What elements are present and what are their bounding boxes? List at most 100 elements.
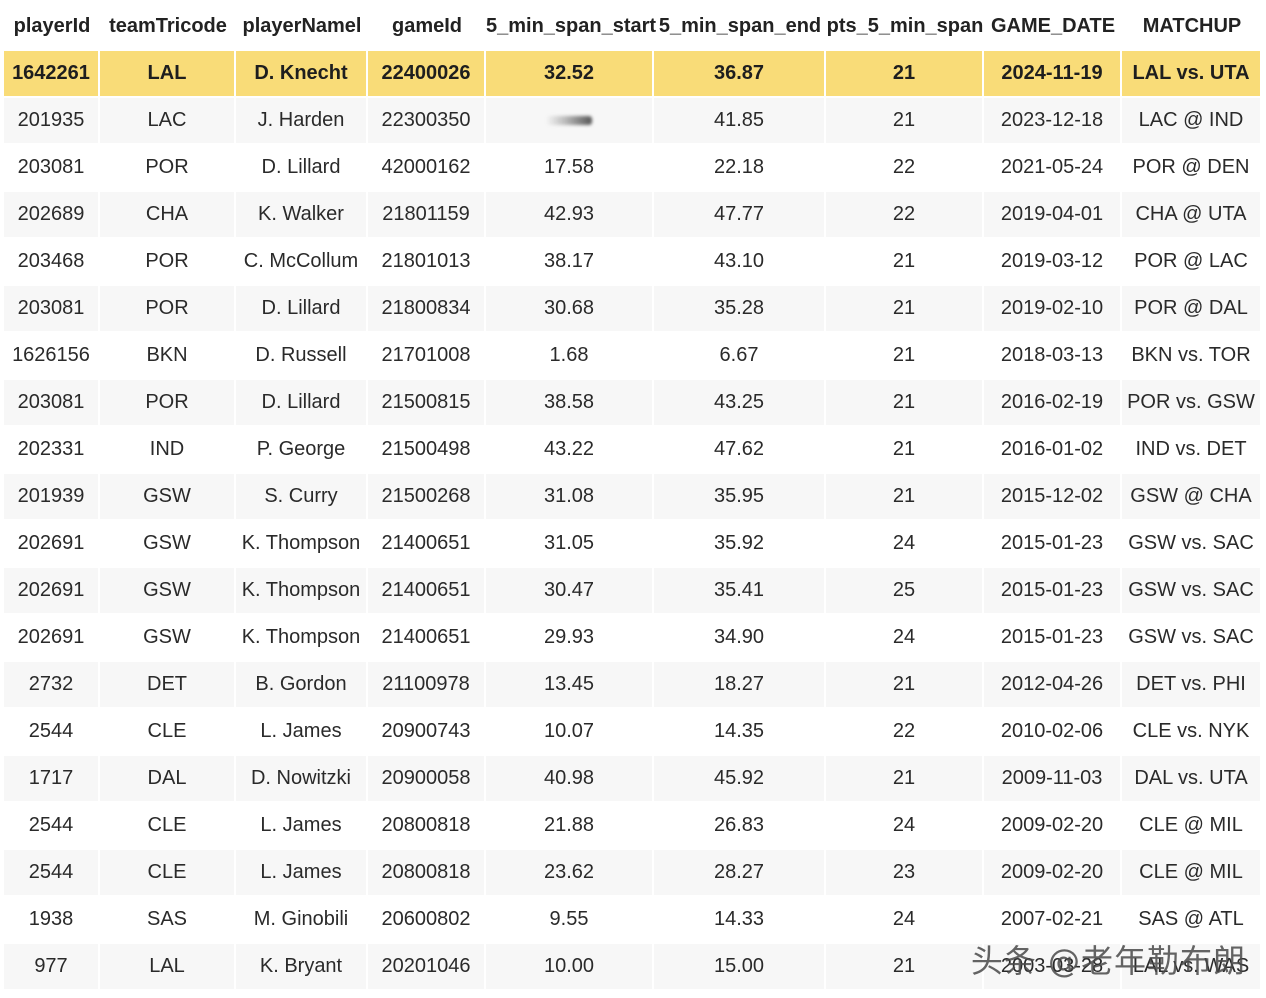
cell-player-id: 2544 bbox=[4, 709, 100, 756]
redacted-value bbox=[546, 116, 592, 126]
table-row: 202691 GSW K. Thompson 21400651 29.93 34.90 24… bbox=[4, 615, 1262, 662]
cell-player-name: C. McCollum bbox=[236, 239, 368, 286]
cell-player-name: D. Knecht bbox=[236, 51, 368, 98]
cell-team-tricode: GSW bbox=[100, 568, 236, 615]
cell-player-name: L. James bbox=[236, 803, 368, 850]
cell-pts-span: 21 bbox=[826, 427, 984, 474]
cell-player-name: M. Ginobili bbox=[236, 897, 368, 944]
table-row: 2544 CLE L. James 20900743 10.07 14.35 22 2010-… bbox=[4, 709, 1262, 756]
cell-span-end: 36.87 bbox=[654, 51, 826, 98]
cell-span-start: 9.55 bbox=[486, 897, 654, 944]
cell-matchup: GSW vs. SAC bbox=[1122, 615, 1262, 662]
table-row: 1717 DAL D. Nowitzki 20900058 40.98 45.92 21 20… bbox=[4, 756, 1262, 803]
cell-team-tricode: POR bbox=[100, 380, 236, 427]
cell-player-id: 203468 bbox=[4, 239, 100, 286]
cell-team-tricode: DET bbox=[100, 662, 236, 709]
table-row: 202331 IND P. George 21500498 43.22 47.62 21 20… bbox=[4, 427, 1262, 474]
table-row: 1626156 BKN D. Russell 21701008 1.68 6.67 21 20… bbox=[4, 333, 1262, 380]
cell-player-id: 201935 bbox=[4, 98, 100, 145]
cell-player-id: 2544 bbox=[4, 803, 100, 850]
table-row: 2732 DET B. Gordon 21100978 13.45 18.27 21 2012… bbox=[4, 662, 1262, 709]
cell-game-date: 2010-02-06 bbox=[984, 709, 1122, 756]
cell-span-start: 10.00 bbox=[486, 944, 654, 991]
cell-span-start: 40.98 bbox=[486, 756, 654, 803]
cell-matchup: DAL vs. UTA bbox=[1122, 756, 1262, 803]
cell-player-id: 977 bbox=[4, 944, 100, 991]
cell-span-start: 32.52 bbox=[486, 51, 654, 98]
cell-span-start: 13.45 bbox=[486, 662, 654, 709]
cell-matchup: CLE @ MIL bbox=[1122, 803, 1262, 850]
cell-span-start: 10.07 bbox=[486, 709, 654, 756]
cell-game-date: 2009-02-20 bbox=[984, 803, 1122, 850]
cell-pts-span: 21 bbox=[826, 944, 984, 991]
cell-game-id: 20600802 bbox=[368, 897, 486, 944]
cell-team-tricode: POR bbox=[100, 145, 236, 192]
cell-player-id: 202691 bbox=[4, 568, 100, 615]
cell-player-id: 203081 bbox=[4, 286, 100, 333]
cell-player-name: D. Lillard bbox=[236, 380, 368, 427]
watermark-text: 头条 @老年勒布朗 bbox=[970, 942, 1246, 980]
cell-span-end: 26.83 bbox=[654, 803, 826, 850]
cell-team-tricode: GSW bbox=[100, 474, 236, 521]
cell-player-name: K. Walker bbox=[236, 192, 368, 239]
cell-matchup: LAL vs. UTA bbox=[1122, 51, 1262, 98]
cell-game-id: 21400651 bbox=[368, 615, 486, 662]
cell-game-date: 2015-01-23 bbox=[984, 521, 1122, 568]
cell-game-id: 21701008 bbox=[368, 333, 486, 380]
header-span-start: 5_min_span_start bbox=[486, 4, 656, 51]
cell-pts-span: 21 bbox=[826, 51, 984, 98]
cell-span-end: 35.28 bbox=[654, 286, 826, 333]
cell-player-id: 202691 bbox=[4, 521, 100, 568]
cell-span-end: 6.67 bbox=[654, 333, 826, 380]
cell-span-start: 30.68 bbox=[486, 286, 654, 333]
cell-game-date: 2012-04-26 bbox=[984, 662, 1122, 709]
cell-span-end: 43.25 bbox=[654, 380, 826, 427]
cell-game-id: 20900743 bbox=[368, 709, 486, 756]
cell-team-tricode: GSW bbox=[100, 615, 236, 662]
cell-span-start bbox=[486, 98, 654, 145]
cell-pts-span: 23 bbox=[826, 850, 984, 897]
cell-player-id: 1626156 bbox=[4, 333, 100, 380]
cell-player-id: 1938 bbox=[4, 897, 100, 944]
cell-pts-span: 21 bbox=[826, 239, 984, 286]
cell-span-start: 31.08 bbox=[486, 474, 654, 521]
cell-pts-span: 22 bbox=[826, 192, 984, 239]
cell-matchup: POR @ DEN bbox=[1122, 145, 1262, 192]
cell-game-date: 2009-11-03 bbox=[984, 756, 1122, 803]
cell-matchup: IND vs. DET bbox=[1122, 427, 1262, 474]
cell-pts-span: 21 bbox=[826, 286, 984, 333]
header-player-name: playerNamel bbox=[236, 4, 368, 51]
cell-game-date: 2021-05-24 bbox=[984, 145, 1122, 192]
cell-matchup: CLE vs. NYK bbox=[1122, 709, 1262, 756]
cell-span-end: 35.92 bbox=[654, 521, 826, 568]
cell-span-start: 31.05 bbox=[486, 521, 654, 568]
cell-matchup: GSW @ CHA bbox=[1122, 474, 1262, 521]
cell-matchup: BKN vs. TOR bbox=[1122, 333, 1262, 380]
table-row: 202691 GSW K. Thompson 21400651 31.05 35.92 24… bbox=[4, 521, 1262, 568]
cell-span-end: 35.41 bbox=[654, 568, 826, 615]
cell-game-id: 20900058 bbox=[368, 756, 486, 803]
cell-player-name: L. James bbox=[236, 709, 368, 756]
cell-span-end: 41.85 bbox=[654, 98, 826, 145]
cell-span-end: 35.95 bbox=[654, 474, 826, 521]
cell-pts-span: 25 bbox=[826, 568, 984, 615]
cell-pts-span: 21 bbox=[826, 474, 984, 521]
cell-span-start: 38.17 bbox=[486, 239, 654, 286]
cell-player-name: K. Thompson bbox=[236, 521, 368, 568]
cell-game-id: 42000162 bbox=[368, 145, 486, 192]
cell-span-start: 38.58 bbox=[486, 380, 654, 427]
table-row: 2544 CLE L. James 20800818 21.88 26.83 24 2009-… bbox=[4, 803, 1262, 850]
cell-player-id: 2732 bbox=[4, 662, 100, 709]
cell-pts-span: 22 bbox=[826, 145, 984, 192]
cell-player-id: 203081 bbox=[4, 145, 100, 192]
cell-player-name: K. Thompson bbox=[236, 568, 368, 615]
cell-team-tricode: CHA bbox=[100, 192, 236, 239]
cell-player-id: 1717 bbox=[4, 756, 100, 803]
cell-matchup: CLE @ MIL bbox=[1122, 850, 1262, 897]
cell-team-tricode: BKN bbox=[100, 333, 236, 380]
table-row: 203468 POR C. McCollum 21801013 38.17 43.10 21… bbox=[4, 239, 1262, 286]
cell-span-start: 42.93 bbox=[486, 192, 654, 239]
header-game-date: GAME_DATE bbox=[984, 4, 1122, 51]
table-row: 203081 POR D. Lillard 42000162 17.58 22.18 22 2… bbox=[4, 145, 1262, 192]
cell-matchup: POR @ LAC bbox=[1122, 239, 1262, 286]
